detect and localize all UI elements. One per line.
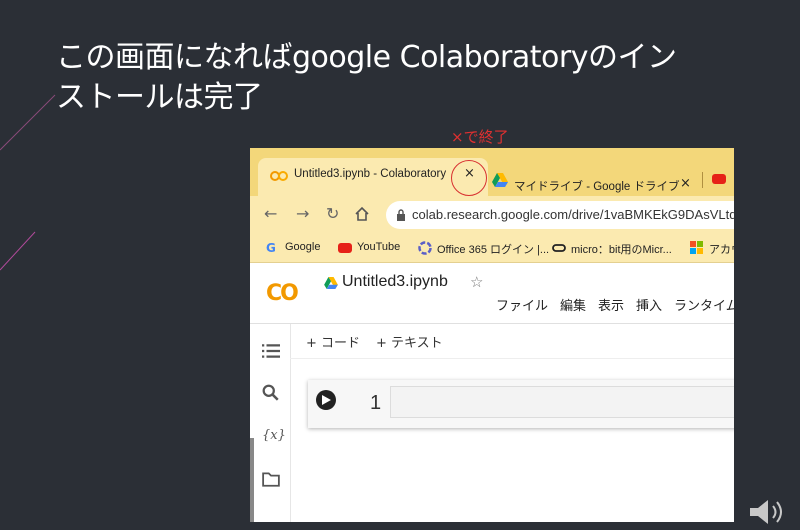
play-icon bbox=[322, 395, 331, 405]
menu-runtime[interactable]: ランタイム bbox=[674, 295, 734, 314]
bookmark-youtube[interactable]: YouTube bbox=[338, 240, 410, 256]
variables-icon[interactable]: {x} bbox=[262, 428, 286, 446]
drive-icon bbox=[492, 173, 508, 187]
bookmarks-bar: G Google YouTube Office 365 ログイン |... mi… bbox=[250, 234, 734, 263]
code-editor[interactable] bbox=[390, 386, 734, 418]
menu-insert[interactable]: 挿入 bbox=[636, 295, 662, 314]
browser-toolbar: ← → ↻ colab.research.google.com/drive/1v… bbox=[250, 196, 734, 234]
tab-drive-close-icon[interactable]: × bbox=[680, 176, 691, 191]
decorative-lines bbox=[0, 94, 56, 271]
url-text: colab.research.google.com/drive/1vaBMKEk… bbox=[412, 207, 734, 222]
notebook-drive-icon bbox=[324, 277, 338, 289]
bookmark-microbit[interactable]: micro：bit用のMicr... bbox=[552, 240, 682, 256]
bookmark-youtube-label: YouTube bbox=[357, 241, 401, 253]
star-icon[interactable]: ☆ bbox=[470, 273, 483, 291]
close-highlight-circle bbox=[451, 160, 487, 196]
add-text-button[interactable]: + テキスト bbox=[376, 332, 443, 351]
code-cell[interactable]: 1 bbox=[308, 380, 734, 428]
tab-drive[interactable]: マイドライブ - Google ドライブ × bbox=[492, 158, 698, 196]
toc-icon[interactable] bbox=[262, 342, 280, 360]
microsoft-icon bbox=[690, 241, 703, 254]
colab-header: CO Untitled3.ipynb ☆ ファイル 編集 表示 挿入 ランタイム bbox=[250, 263, 734, 324]
colab-logo[interactable]: CO bbox=[266, 281, 299, 306]
back-icon[interactable]: ← bbox=[264, 204, 277, 223]
background-edge bbox=[250, 438, 254, 522]
slide-title: この画面になればgoogle Colaboratoryのイン ストールは完了 bbox=[56, 38, 776, 118]
slide-title-line1: この画面になればgoogle Colaboratoryのイン bbox=[56, 40, 677, 75]
colab-favicon-icon bbox=[270, 171, 288, 181]
bookmark-account[interactable]: アカウ bbox=[690, 240, 734, 256]
youtube-icon bbox=[338, 243, 352, 253]
folder-icon[interactable] bbox=[262, 470, 280, 488]
notebook-title[interactable]: Untitled3.ipynb bbox=[342, 273, 448, 291]
run-cell-button[interactable] bbox=[316, 390, 336, 410]
home-icon[interactable] bbox=[354, 206, 370, 222]
bookmark-office[interactable]: Office 365 ログイン |... bbox=[418, 240, 549, 256]
menu-file[interactable]: ファイル bbox=[496, 295, 548, 314]
search-icon[interactable] bbox=[262, 384, 280, 402]
youtube-tab-icon[interactable] bbox=[712, 174, 726, 184]
bookmark-office-label: Office 365 ログイン |... bbox=[437, 244, 550, 256]
lock-icon bbox=[397, 209, 405, 221]
slide-title-line2: ストールは完了 bbox=[56, 80, 263, 115]
left-rail: {x} bbox=[250, 324, 291, 522]
browser-screenshot: Untitled3.ipynb - Colaboratory × マイドライブ … bbox=[250, 148, 734, 522]
menu-edit[interactable]: 編集 bbox=[560, 295, 586, 314]
tab-colab-title: Untitled3.ipynb - Colaboratory bbox=[294, 168, 447, 180]
bookmark-google-label: Google bbox=[285, 241, 321, 253]
line-number: 1 bbox=[370, 392, 382, 414]
forward-icon[interactable]: → bbox=[296, 204, 309, 223]
close-annotation: ×で終了 bbox=[451, 128, 509, 146]
bookmark-account-label: アカウ bbox=[709, 244, 734, 256]
speaker-icon[interactable] bbox=[746, 496, 792, 528]
office-icon bbox=[418, 241, 432, 255]
bookmark-microbit-label: micro：bit用のMicr... bbox=[571, 244, 672, 256]
address-bar[interactable]: colab.research.google.com/drive/1vaBMKEk… bbox=[386, 201, 734, 229]
cell-toolbar: + コード + テキスト bbox=[290, 324, 734, 359]
tab-drive-title: マイドライブ - Google ドライブ bbox=[514, 181, 680, 193]
reload-icon[interactable]: ↻ bbox=[326, 204, 339, 223]
tab-strip: Untitled3.ipynb - Colaboratory × マイドライブ … bbox=[250, 148, 734, 196]
bookmark-google[interactable]: G Google bbox=[266, 240, 326, 256]
menu-view[interactable]: 表示 bbox=[598, 295, 624, 314]
google-icon: G bbox=[266, 241, 276, 255]
link-icon bbox=[552, 244, 566, 252]
add-code-button[interactable]: + コード bbox=[306, 332, 360, 351]
tab-separator bbox=[702, 172, 703, 188]
